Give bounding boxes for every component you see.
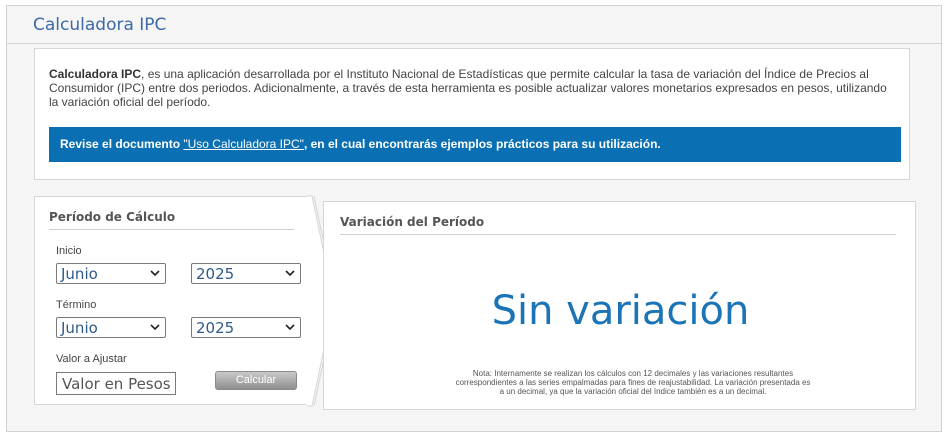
end-year-select[interactable]: 2025	[191, 317, 301, 338]
intro-text: Calculadora IPC, es una aplicación desar…	[49, 67, 889, 109]
start-label: Inicio	[56, 245, 82, 257]
chevron-down-icon	[150, 324, 160, 331]
start-year-select[interactable]: 2025	[191, 263, 301, 284]
calc-heading-divider	[49, 229, 294, 230]
banner-suffix: , en el cual encontrarás ejemplos prácti…	[303, 137, 661, 151]
end-label: Término	[56, 299, 97, 311]
start-year-value: 2025	[196, 265, 235, 283]
document-link[interactable]: "Uso Calculadora IPC"	[183, 137, 304, 151]
page-title: Calculadora IPC	[33, 15, 167, 35]
calc-heading: Período de Cálculo	[49, 210, 176, 224]
title-divider	[7, 43, 941, 44]
app-container: Calculadora IPC Calculadora IPC, es una …	[6, 5, 942, 432]
end-month-select[interactable]: Junio	[56, 317, 166, 338]
calculation-period-panel: Período de Cálculo Inicio Junio 2025 Tér…	[34, 196, 312, 405]
document-banner: Revise el documento "Uso Calculadora IPC…	[49, 127, 901, 162]
start-month-value: Junio	[61, 265, 98, 283]
calculate-button[interactable]: Calcular	[215, 371, 297, 390]
result-heading: Variación del Período	[340, 215, 485, 229]
chevron-down-icon	[285, 324, 295, 331]
banner-prefix: Revise el documento	[60, 137, 184, 151]
end-month-value: Junio	[61, 319, 98, 337]
app-name: Calculadora IPC	[49, 67, 142, 81]
intro-box: Calculadora IPC, es una aplicación desar…	[34, 48, 910, 180]
calculation-note: Nota: Internamente se realizan los cálcu…	[455, 369, 811, 396]
chevron-down-icon	[285, 270, 295, 277]
intro-description: , es una aplicación desarrollada por el …	[49, 67, 887, 109]
chevron-down-icon	[150, 270, 160, 277]
end-year-value: 2025	[196, 319, 235, 337]
variation-panel: Variación del Período Sin variación Nota…	[323, 201, 916, 410]
amount-label: Valor a Ajustar	[56, 353, 127, 365]
result-heading-divider	[340, 234, 896, 235]
amount-input[interactable]: Valor en Pesos	[56, 372, 176, 395]
variation-result: Sin variación	[491, 288, 750, 334]
start-month-select[interactable]: Junio	[56, 263, 166, 284]
